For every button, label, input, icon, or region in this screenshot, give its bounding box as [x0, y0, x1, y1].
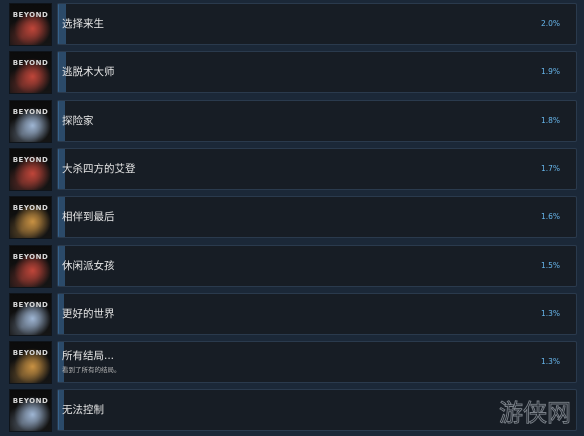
- achievement-icon: BEYOND: [9, 99, 52, 143]
- icon-logo-text: BEYOND: [12, 349, 49, 358]
- achievement-card: 探险家 1.8%: [57, 99, 577, 142]
- achievement-row[interactable]: BEYOND 大杀四方的艾登 1.7%: [0, 145, 584, 193]
- achievement-icon: BEYOND: [9, 292, 52, 336]
- icon-logo-text: BEYOND: [12, 252, 49, 261]
- achievement-name: 探险家: [62, 114, 94, 127]
- unlock-percent: 1.9%: [540, 67, 560, 77]
- progress-edge: [58, 390, 59, 431]
- achievement-description: 看到了所有的结局。: [62, 366, 121, 375]
- progress-edge: [58, 293, 59, 334]
- icon-logo-text: BEYOND: [12, 397, 49, 406]
- achievement-icon: BEYOND: [9, 147, 52, 191]
- progress-edge: [58, 245, 59, 286]
- achievement-row[interactable]: BEYOND 休闲派女孩 1.5%: [0, 242, 584, 290]
- achievement-card: 更好的世界 1.3%: [57, 292, 577, 335]
- achievement-card: 所有结局... 看到了所有的结局。 1.3%: [57, 341, 577, 384]
- achievement-row[interactable]: BEYOND 更好的世界 1.3%: [0, 290, 584, 338]
- icon-logo-text: BEYOND: [12, 300, 49, 309]
- unlock-percent: 1.7%: [540, 163, 560, 173]
- achievement-name: 无法控制: [62, 404, 104, 417]
- progress-edge: [58, 52, 59, 93]
- achievement-name: 逃脱术大师: [62, 66, 115, 79]
- achievement-row[interactable]: BEYOND 逃脱术大师 1.9%: [0, 48, 584, 96]
- achievement-icon: BEYOND: [9, 341, 52, 385]
- progress-edge: [58, 100, 59, 141]
- progress-edge: [58, 197, 59, 238]
- achievement-name: 大杀四方的艾登: [62, 162, 136, 175]
- achievement-row[interactable]: BEYOND 选择来生 2.0%: [0, 0, 584, 48]
- icon-logo-text: BEYOND: [12, 107, 49, 116]
- achievement-name: 休闲派女孩: [62, 259, 115, 272]
- achievement-card: 选择来生 2.0%: [57, 3, 577, 45]
- progress-edge: [58, 4, 59, 44]
- achievement-name: 相伴到最后: [62, 211, 115, 224]
- achievement-card: 休闲派女孩 1.5%: [57, 244, 577, 287]
- icon-logo-text: BEYOND: [12, 204, 49, 213]
- progress-edge: [58, 148, 59, 189]
- achievement-icon: BEYOND: [9, 389, 52, 433]
- achievement-name: 更好的世界: [62, 307, 115, 320]
- achievement-row[interactable]: BEYOND 无法控制: [0, 386, 584, 434]
- unlock-percent: 1.3%: [540, 308, 560, 318]
- achievement-name: 所有结局...: [62, 350, 115, 363]
- unlock-percent: 2.0%: [540, 19, 560, 28]
- achievement-card: 逃脱术大师 1.9%: [57, 51, 577, 94]
- unlock-percent: 1.6%: [540, 212, 560, 222]
- achievement-name: 选择来生: [62, 18, 104, 30]
- achievement-card: 相伴到最后 1.6%: [57, 196, 577, 239]
- icon-logo-text: BEYOND: [12, 11, 49, 19]
- achievement-row[interactable]: BEYOND 所有结局... 看到了所有的结局。 1.3%: [0, 338, 584, 386]
- achievement-list: BEYOND 选择来生 2.0% BEYOND 逃脱术大师 1.9% BEYOND 探险家 1.…: [0, 0, 584, 436]
- achievement-row[interactable]: BEYOND 探险家 1.8%: [0, 97, 584, 145]
- unlock-percent: 1.5%: [540, 260, 560, 270]
- achievement-icon: BEYOND: [9, 244, 52, 288]
- achievement-card: 无法控制: [57, 389, 577, 432]
- achievement-icon: BEYOND: [9, 196, 52, 240]
- progress-edge: [58, 342, 59, 383]
- achievement-icon: BEYOND: [9, 3, 52, 46]
- icon-logo-text: BEYOND: [12, 59, 49, 68]
- icon-logo-text: BEYOND: [12, 155, 49, 164]
- achievement-icon: BEYOND: [9, 51, 52, 95]
- unlock-percent: 1.3%: [540, 357, 560, 367]
- unlock-percent: 1.8%: [540, 115, 560, 125]
- achievement-card: 大杀四方的艾登 1.7%: [57, 147, 577, 190]
- achievement-row[interactable]: BEYOND 相伴到最后 1.6%: [0, 193, 584, 241]
